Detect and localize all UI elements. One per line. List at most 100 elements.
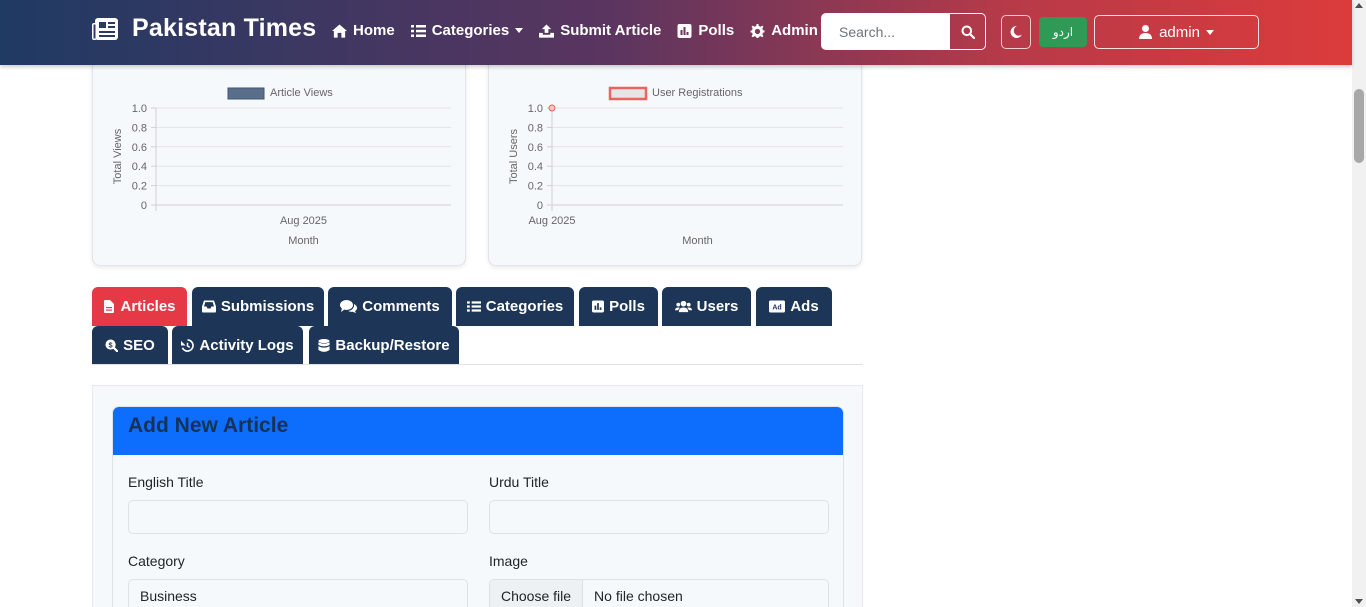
legend-label: User Registrations [652,87,743,99]
y-tick-label: 0.6 [132,142,147,154]
nav-home[interactable]: Home [332,22,395,39]
inbox-icon [201,300,216,313]
choose-file-button[interactable]: Choose file [490,580,584,607]
search-dollar-icon: $ [105,339,119,352]
file-icon [104,300,115,313]
tab-activity-logs-label: Activity Logs [199,337,294,354]
english-title-input[interactable] [128,500,468,534]
y-tick-label: 0.8 [132,122,147,134]
chart-legend: Article Views [227,87,333,100]
tab-ads-label: Ads [790,298,819,315]
category-select[interactable]: Business [128,579,468,607]
tab-articles-label: Articles [120,298,176,315]
tab-categories[interactable]: Categories [456,287,574,326]
users-icon [674,300,692,313]
list-icon [410,24,426,37]
image-label: Image [489,553,528,569]
y-tick-label: 0.2 [528,181,543,193]
tab-ads[interactable]: Ad Ads [756,287,832,326]
dark-mode-toggle[interactable] [1001,15,1031,49]
search-button[interactable] [949,13,986,50]
poll-icon [592,300,605,313]
user-icon [1139,25,1153,39]
chevron-down-icon [515,28,524,33]
nav-categories-label: Categories [431,22,510,39]
y-tick-label: 1.0 [528,103,543,115]
category-label: Category [128,553,185,569]
nav-admin-label: Admin [771,22,818,39]
home-icon [332,23,347,38]
user-menu-dropdown[interactable]: admin [1094,15,1259,49]
urdu-title-input[interactable] [489,500,829,534]
brand[interactable]: Pakistan Times [92,14,316,43]
tab-submissions-label: Submissions [220,298,315,315]
y-tick-label: 0.8 [528,122,543,134]
articles-tab-panel: Add New Article English Title Urdu Title… [92,385,863,607]
add-article-title: Add New Article [128,414,289,437]
tab-backup-restore-label: Backup/Restore [335,337,450,354]
nav-admin[interactable]: Admin [750,22,818,39]
add-article-card-header: Add New Article [113,407,843,455]
list-icon [466,301,481,312]
chevron-down-icon [1205,29,1214,35]
y-tick-label: 0 [141,200,147,212]
data-point [548,104,556,112]
tab-backup-restore[interactable]: Backup/Restore [309,326,459,365]
x-axis-title: Month [288,235,319,247]
scroll-down-arrow-icon[interactable] [1355,599,1363,604]
legend-label: Article Views [270,87,333,99]
tab-users[interactable]: Users [662,287,751,326]
y-tick-label: 0 [537,200,543,212]
file-status-text: No file chosen [594,588,683,604]
tab-users-label: Users [696,298,739,315]
y-tick-label: 0.6 [528,142,543,154]
nav-polls[interactable]: Polls [677,22,734,39]
x-tick-label: Aug 2025 [280,215,327,227]
nav-categories-dropdown[interactable]: Categories [410,22,524,39]
history-icon [181,339,195,352]
legend-swatch [608,86,648,101]
y-tick-label: 0.4 [132,161,147,173]
scrollbar-thumb[interactable] [1354,89,1364,163]
tab-comments[interactable]: Comments [328,287,452,326]
gear-icon [750,23,765,38]
tab-categories-label: Categories [485,298,564,315]
legend-swatch [227,87,265,100]
tab-comments-label: Comments [362,298,440,315]
ad-icon: Ad [769,300,786,313]
database-icon [318,339,330,352]
add-article-card: Add New Article English Title Urdu Title… [112,406,844,607]
search-input[interactable] [821,13,949,50]
upload-icon [539,23,555,38]
tabs-divider [92,364,863,365]
tab-seo[interactable]: $ SEO [92,326,168,365]
comments-icon [340,300,358,313]
newspaper-icon [92,17,118,40]
chart-legend: User Registrations [608,86,743,101]
top-navbar: Pakistan Times Home Categories Submit Ar… [0,0,1352,65]
tab-polls[interactable]: Polls [579,287,658,326]
y-tick-label: 0.2 [132,181,147,193]
nav-home-label: Home [353,22,395,39]
nav-submit-article-label: Submit Article [560,22,662,39]
search-form [821,13,986,50]
poll-icon [677,23,692,38]
image-file-input[interactable]: Choose file No file chosen [489,579,829,607]
nav-submit-article[interactable]: Submit Article [539,22,661,39]
tab-submissions[interactable]: Submissions [192,287,324,326]
english-title-label: English Title [128,474,204,490]
page-scrollbar[interactable] [1352,0,1366,607]
user-menu-label: admin [1159,23,1200,41]
scroll-up-arrow-icon[interactable] [1355,3,1363,8]
y-tick-label: 0.4 [528,161,543,173]
tab-activity-logs[interactable]: Activity Logs [172,326,303,365]
x-tick-label: Aug 2025 [528,215,575,227]
nav-polls-label: Polls [698,22,735,39]
search-icon [961,25,975,39]
x-axis-title: Month [682,235,713,247]
moon-icon [1010,26,1022,38]
y-axis-title: Total Users [508,128,520,184]
tab-articles[interactable]: Articles [92,287,187,326]
y-tick-label: 1.0 [132,103,147,115]
language-toggle-button[interactable]: اردو [1039,17,1087,47]
